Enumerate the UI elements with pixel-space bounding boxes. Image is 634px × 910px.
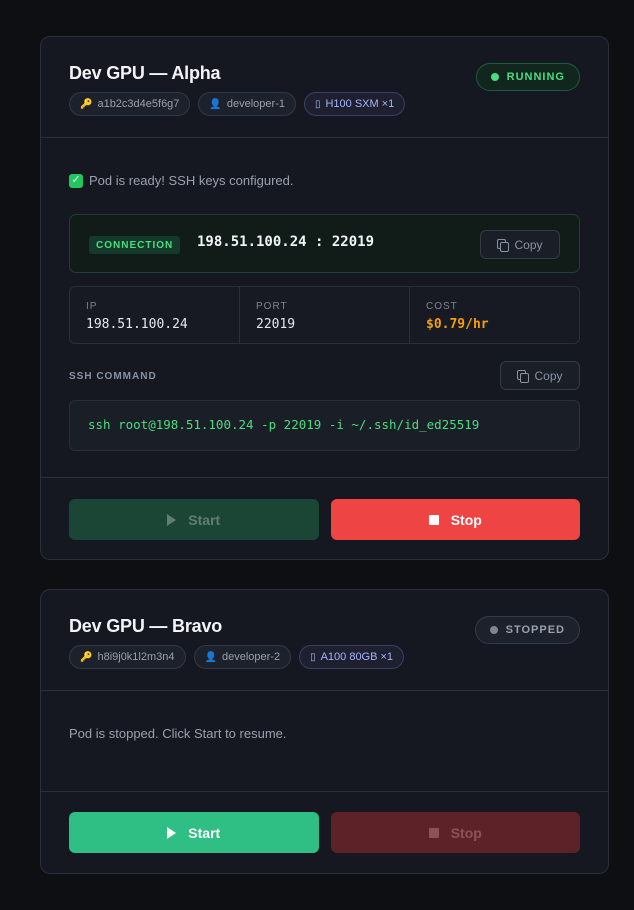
start-label: Start [188, 824, 221, 841]
status-label: RUNNING [506, 71, 565, 83]
copy-icon [517, 370, 530, 383]
check-icon: ✓ [69, 173, 83, 188]
key-icon: 🔑 [80, 651, 93, 663]
pod-id-chip: 🔑 a1b2c3d4e5f6g7 [69, 92, 191, 116]
status-label: STOPPED [505, 624, 565, 636]
pod-card-header: Dev GPU — Alpha RUNNING 🔑 a1b2c3d4e5f6g7… [41, 37, 608, 138]
info-cost: COST $0.79/hr [410, 287, 579, 343]
copy-icon [497, 239, 510, 252]
gpu-icon: ▯ [314, 98, 321, 110]
user-icon: 👤 [204, 651, 217, 663]
start-button[interactable]: Start [69, 812, 319, 853]
pod-gpu-chip: ▯ A100 80GB ×1 [299, 645, 405, 669]
connection-box: CONNECTION 198.51.100.24 : 22019 Copy [69, 214, 580, 273]
connection-info-grid: IP 198.51.100.24 PORT 22019 COST $0.79/h… [69, 286, 580, 344]
status-dot-icon [490, 73, 499, 81]
pod-card-body: ✓ Pod is ready! SSH keys configured. CON… [41, 138, 608, 478]
info-ip: IP 198.51.100.24 [70, 287, 240, 343]
pod-actions: Start Stop [69, 499, 580, 540]
info-port-label: PORT [256, 301, 288, 312]
stop-icon [428, 514, 439, 525]
status-dot-icon [489, 626, 498, 634]
pod-user-chip: 👤 developer-2 [193, 645, 292, 669]
pod-user-text: developer-2 [221, 651, 281, 663]
info-cost-label: COST [426, 301, 458, 312]
pod-id-chip: 🔑 h8i9j0k1l2m3n4 [69, 645, 186, 669]
pod-user-chip: 👤 developer-1 [198, 92, 296, 116]
play-icon [167, 826, 177, 839]
stopped-message: Pod is stopped. Click Start to resume. [69, 726, 287, 741]
ready-text: Pod is ready! SSH keys configured. [89, 173, 294, 188]
pod-card-header: Dev GPU — Bravo STOPPED 🔑 h8i9j0k1l2m3n4… [41, 590, 608, 691]
stop-button[interactable]: Stop [330, 812, 580, 853]
connection-label: CONNECTION [89, 236, 181, 254]
stop-label: Stop [450, 824, 482, 841]
info-ip-label: IP [86, 301, 98, 312]
ssh-command-box[interactable]: ssh root@198.51.100.24 -p 22019 -i ~/.ss… [69, 400, 580, 451]
copy-connection-button[interactable]: Copy [480, 230, 560, 259]
status-badge: STOPPED [474, 616, 580, 644]
copy-label: Copy [534, 368, 563, 383]
copy-ssh-button[interactable]: Copy [500, 361, 580, 390]
pod-id-text: a1b2c3d4e5f6g7 [97, 98, 180, 110]
ssh-command-label: SSH COMMAND [69, 371, 157, 382]
pod-actions: Start Stop [69, 812, 580, 853]
pod-chips: 🔑 h8i9j0k1l2m3n4 👤 developer-2 ▯ A100 80… [69, 645, 405, 669]
user-icon: 👤 [209, 98, 222, 110]
play-icon [167, 513, 177, 526]
pod-card-alpha: Dev GPU — Alpha RUNNING 🔑 a1b2c3d4e5f6g7… [40, 36, 609, 560]
pod-card-body: Pod is stopped. Click Start to resume. [41, 691, 608, 792]
pod-chips: 🔑 a1b2c3d4e5f6g7 👤 developer-1 ▯ H100 SX… [69, 92, 406, 116]
stop-button[interactable]: Stop [330, 499, 580, 540]
info-port-value: 22019 [256, 317, 296, 332]
stop-icon [428, 827, 439, 838]
pod-name: Dev GPU — Bravo [69, 616, 223, 636]
info-port: PORT 22019 [240, 287, 410, 343]
status-badge: RUNNING [475, 63, 580, 91]
stop-label: Stop [450, 511, 482, 528]
info-cost-value: $0.79/hr [426, 317, 489, 332]
info-ip-value: 198.51.100.24 [86, 317, 188, 332]
ready-message: ✓ Pod is ready! SSH keys configured. [69, 173, 294, 188]
start-label: Start [188, 511, 221, 528]
copy-label: Copy [514, 237, 543, 252]
pod-user-text: developer-1 [226, 98, 285, 110]
pod-id-text: h8i9j0k1l2m3n4 [97, 651, 175, 663]
start-button[interactable]: Start [69, 499, 319, 540]
pod-gpu-chip: ▯ H100 SXM ×1 [303, 92, 406, 116]
pod-name: Dev GPU — Alpha [69, 63, 221, 83]
key-icon: 🔑 [80, 98, 93, 110]
pod-gpu-text: A100 80GB ×1 [320, 651, 394, 663]
connection-value: 198.51.100.24 : 22019 [197, 234, 375, 250]
pod-gpu-text: H100 SXM ×1 [325, 98, 395, 110]
pod-card-bravo: Dev GPU — Bravo STOPPED 🔑 h8i9j0k1l2m3n4… [40, 589, 609, 874]
gpu-icon: ▯ [310, 651, 316, 663]
